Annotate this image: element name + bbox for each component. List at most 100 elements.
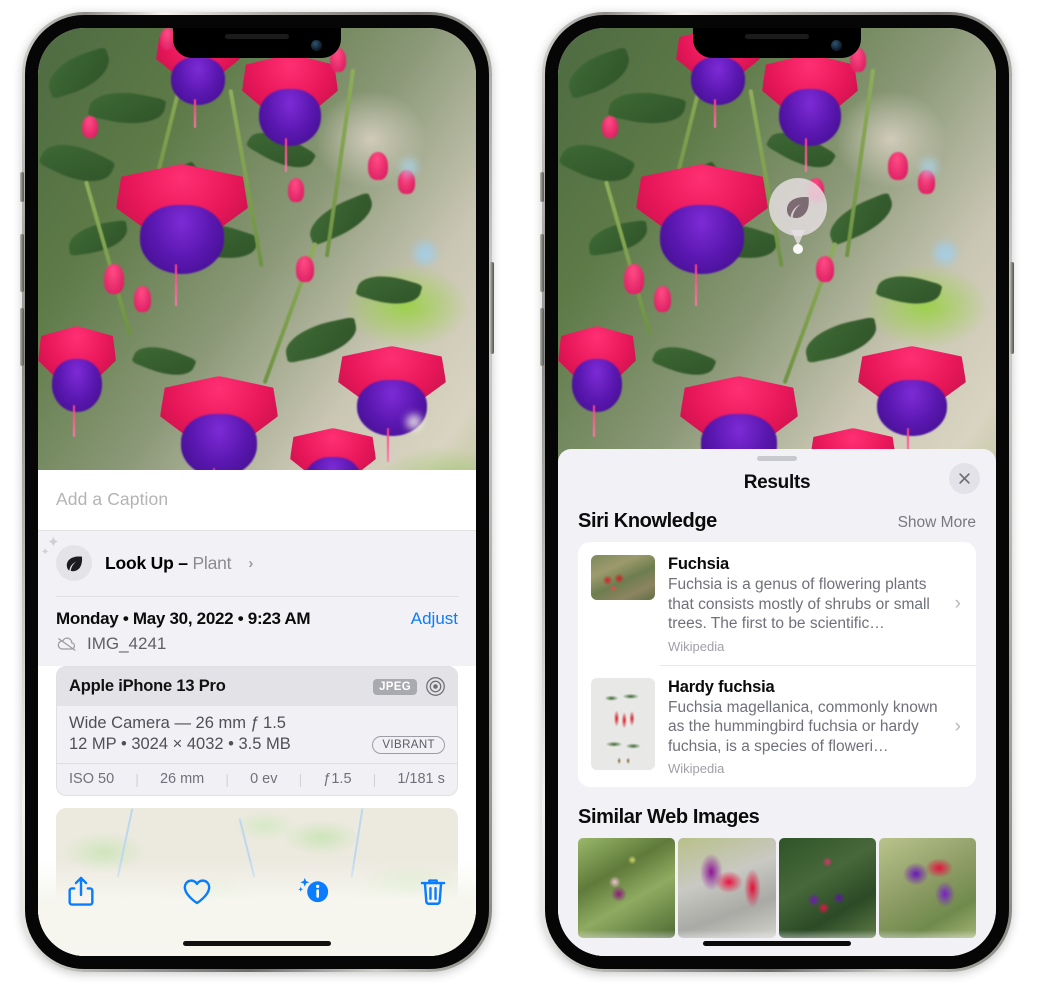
device-bezel: Add a Caption ✦ ✦ Look Up – Plant › Mond… bbox=[25, 15, 489, 969]
knowledge-description: Fuchsia magellanica, commonly known as t… bbox=[668, 698, 938, 755]
fuchsia-flower bbox=[636, 164, 768, 306]
flower-bud bbox=[288, 178, 304, 202]
camera-card-tags: JPEG bbox=[373, 676, 446, 697]
file-row: IMG_4241 bbox=[56, 631, 458, 666]
right-screen: Results Siri Knowledge Show More Fuchsia… bbox=[558, 28, 996, 956]
exif-separator: | bbox=[298, 771, 303, 787]
exif-aperture: ƒ1.5 bbox=[323, 771, 352, 787]
camera-info-card[interactable]: Apple iPhone 13 Pro JPEG Wide Camera — 2… bbox=[56, 666, 458, 796]
bokeh-highlight bbox=[406, 414, 422, 430]
visual-lookup-results-sheet: Results Siri Knowledge Show More Fuchsia… bbox=[558, 449, 996, 956]
exif-focal-length: 26 mm bbox=[159, 771, 205, 787]
fuchsia-flower bbox=[558, 326, 636, 438]
knowledge-row[interactable]: Hardy fuchsia Fuchsia magellanica, commo… bbox=[578, 664, 976, 788]
photographic-style-badge: VIBRANT bbox=[372, 735, 445, 754]
leaf-icon bbox=[56, 545, 92, 581]
fuchsia-flower bbox=[38, 326, 116, 438]
photo-date: Monday • May 30, 2022 • 9:23 AM bbox=[56, 609, 311, 628]
knowledge-source: Wikipedia bbox=[668, 761, 725, 777]
results-title: Results bbox=[743, 472, 811, 493]
bokeh-highlight bbox=[934, 242, 956, 264]
exif-separator: | bbox=[225, 771, 229, 787]
bokeh-highlight bbox=[920, 158, 938, 176]
camera-card-body: Wide Camera — 26 mm ƒ 1.5 12 MP • 3024 ×… bbox=[57, 706, 457, 763]
siri-knowledge-card: Fuchsia Fuchsia is a genus of flowering … bbox=[578, 542, 976, 788]
look-up-row[interactable]: ✦ ✦ Look Up – Plant › bbox=[38, 530, 476, 596]
home-indicator[interactable] bbox=[183, 941, 331, 946]
similar-image-thumbnail[interactable] bbox=[878, 838, 976, 939]
silent-switch[interactable] bbox=[20, 172, 24, 202]
siri-knowledge-header: Siri Knowledge Show More bbox=[558, 510, 996, 542]
chevron-right-icon: › bbox=[954, 593, 961, 615]
visual-lookup-leaf-badge[interactable] bbox=[769, 178, 827, 254]
exif-separator: | bbox=[135, 771, 139, 787]
fuchsia-flower bbox=[762, 54, 858, 173]
similar-image-thumbnail[interactable] bbox=[578, 838, 676, 939]
similar-web-images-header: Similar Web Images bbox=[558, 787, 996, 838]
screenshot-canvas: Add a Caption ✦ ✦ Look Up – Plant › Mond… bbox=[0, 0, 1055, 985]
flower-bud bbox=[296, 256, 314, 282]
left-screen: Add a Caption ✦ ✦ Look Up – Plant › Mond… bbox=[38, 28, 476, 956]
home-indicator[interactable] bbox=[703, 941, 851, 946]
knowledge-title: Hardy fuchsia bbox=[668, 677, 775, 696]
similar-web-images-title: Similar Web Images bbox=[578, 806, 760, 829]
aperture-icon bbox=[425, 676, 446, 697]
camera-model: Apple iPhone 13 Pro bbox=[69, 677, 226, 695]
knowledge-thumbnail bbox=[591, 677, 655, 770]
photo-info-sheet: Add a Caption ✦ ✦ Look Up – Plant › Mond… bbox=[38, 470, 476, 956]
similar-web-images-strip[interactable] bbox=[558, 838, 996, 939]
flower-bud bbox=[368, 152, 388, 180]
power-button[interactable] bbox=[1010, 262, 1014, 354]
close-icon bbox=[959, 473, 970, 484]
knowledge-description: Fuchsia is a genus of flowering plants t… bbox=[668, 576, 930, 633]
iphone-left-device: Add a Caption ✦ ✦ Look Up – Plant › Mond… bbox=[20, 12, 494, 972]
knowledge-text: Fuchsia Fuchsia is a genus of flowering … bbox=[668, 555, 942, 654]
flower-bud bbox=[602, 116, 618, 138]
flower-bud bbox=[654, 286, 671, 312]
earpiece-speaker bbox=[225, 34, 289, 39]
exif-exposure-value: 0 ev bbox=[250, 771, 278, 787]
knowledge-row[interactable]: Fuchsia Fuchsia is a genus of flowering … bbox=[578, 542, 976, 665]
exif-separator: | bbox=[372, 771, 377, 787]
bokeh-highlight bbox=[400, 158, 418, 176]
chevron-right-icon: › bbox=[954, 715, 961, 737]
similar-image-thumbnail[interactable] bbox=[778, 838, 876, 939]
flower-bud bbox=[82, 116, 98, 138]
metadata-block: Monday • May 30, 2022 • 9:23 AM Adjust I… bbox=[38, 596, 476, 666]
knowledge-text: Hardy fuchsia Fuchsia magellanica, commo… bbox=[668, 678, 942, 777]
format-badge: JPEG bbox=[373, 678, 417, 695]
earpiece-speaker bbox=[745, 34, 809, 39]
volume-down-button[interactable] bbox=[20, 308, 24, 366]
flower-bud bbox=[104, 264, 124, 294]
heart-icon[interactable] bbox=[180, 874, 214, 908]
sparkle-icon: ✦ bbox=[41, 547, 50, 558]
flower-bud bbox=[816, 256, 834, 282]
info-sparkle-icon[interactable] bbox=[296, 874, 334, 908]
volume-up-button[interactable] bbox=[540, 234, 544, 292]
device-notch bbox=[173, 28, 341, 58]
caption-input[interactable]: Add a Caption bbox=[38, 470, 476, 530]
fuchsia-flower bbox=[116, 164, 248, 306]
adjust-button[interactable]: Adjust bbox=[411, 609, 458, 629]
fuchsia-flower bbox=[242, 54, 338, 173]
volume-down-button[interactable] bbox=[540, 308, 544, 366]
show-more-button[interactable]: Show More bbox=[898, 514, 976, 532]
cloud-slash-icon bbox=[56, 636, 78, 652]
share-icon[interactable] bbox=[64, 874, 98, 908]
siri-knowledge-title: Siri Knowledge bbox=[578, 510, 717, 532]
power-button[interactable] bbox=[490, 262, 494, 354]
similar-image-thumbnail[interactable] bbox=[678, 838, 776, 939]
photo-filename: IMG_4241 bbox=[87, 634, 167, 653]
front-camera bbox=[831, 40, 842, 51]
results-header: Results bbox=[558, 461, 996, 510]
flower-bud bbox=[624, 264, 644, 294]
silent-switch[interactable] bbox=[540, 172, 544, 202]
knowledge-source: Wikipedia bbox=[668, 638, 725, 654]
trash-icon[interactable] bbox=[416, 874, 450, 908]
close-button[interactable] bbox=[949, 463, 980, 494]
camera-card-header: Apple iPhone 13 Pro JPEG bbox=[57, 667, 457, 706]
image-specs: 12 MP • 3024 × 4032 • 3.5 MB bbox=[69, 735, 291, 753]
chevron-right-icon: › bbox=[248, 554, 254, 572]
device-bezel: Results Siri Knowledge Show More Fuchsia… bbox=[545, 15, 1009, 969]
volume-up-button[interactable] bbox=[20, 234, 24, 292]
